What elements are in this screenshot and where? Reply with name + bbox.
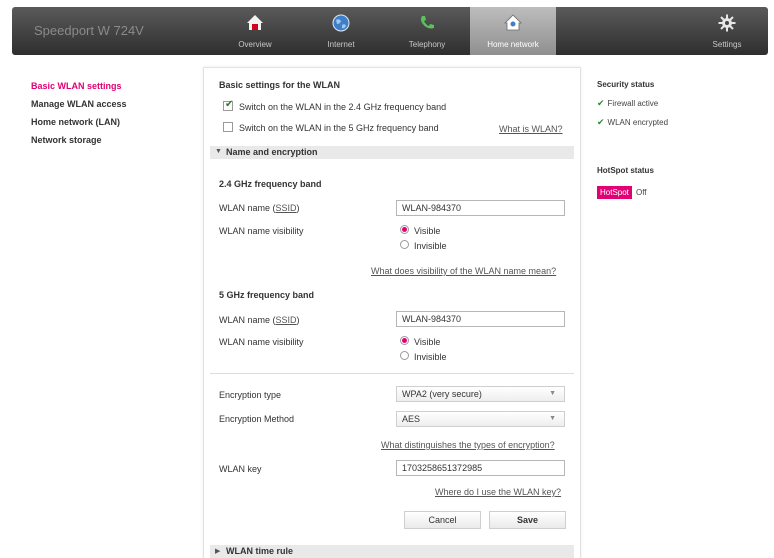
band-24-heading: 2.4 GHz frequency band <box>219 179 322 189</box>
security-status-heading: Security status <box>597 80 655 89</box>
cancel-button[interactable]: Cancel <box>404 511 481 529</box>
band-24-visible-radio[interactable] <box>400 225 409 234</box>
nav-settings[interactable]: Settings <box>684 7 768 55</box>
firewall-status: ✔ Firewall active <box>597 98 658 109</box>
sidebar-item-basic-wlan-settings[interactable]: Basic WLAN settings <box>31 80 127 98</box>
switch-5ghz-checkbox[interactable] <box>223 122 233 132</box>
hotspot-status-heading: HotSpot status <box>597 166 654 175</box>
encryption-method-select[interactable]: AES ▼ <box>396 411 565 427</box>
nav-home-network[interactable]: Home network <box>470 7 556 55</box>
encryption-help-link[interactable]: What distinguishes the types of encrypti… <box>381 440 555 450</box>
check-icon: ✔ <box>597 98 605 108</box>
switch-5ghz-label: Switch on the WLAN in the 5 GHz frequenc… <box>239 123 439 133</box>
nav-internet-label: Internet <box>327 40 355 49</box>
wlan-encrypted-status: ✔ WLAN encrypted <box>597 117 668 128</box>
band-24-name-label-text: WLAN name ( <box>219 203 276 213</box>
nav-telephony[interactable]: Telephony <box>384 7 470 55</box>
band-24-ssid-link[interactable]: SSID <box>276 203 297 213</box>
wlan-time-rule-section-header[interactable]: ▶ WLAN time rule <box>210 545 574 558</box>
house-icon <box>212 13 298 35</box>
section-divider <box>210 373 574 374</box>
nav-overview-label: Overview <box>238 40 272 49</box>
globe-icon <box>298 13 384 35</box>
band-5-name-label-text: WLAN name ( <box>219 315 276 325</box>
collapse-arrow-icon: ▼ <box>215 148 222 155</box>
dropdown-arrow-icon: ▼ <box>549 390 556 397</box>
band-5-ssid-link[interactable]: SSID <box>276 315 297 325</box>
visibility-help-link[interactable]: What does visibility of the WLAN name me… <box>371 266 556 276</box>
band-24-invisible-label: Invisible <box>414 241 447 251</box>
nav-settings-label: Settings <box>712 40 742 49</box>
page-title: Basic settings for the WLAN <box>219 80 341 90</box>
wlan-key-label: WLAN key <box>219 464 262 474</box>
check-icon: ✔ <box>225 99 234 110</box>
encryption-method-value: AES <box>402 414 421 424</box>
expand-arrow-icon: ▶ <box>215 548 221 555</box>
encryption-method-label: Encryption Method <box>219 414 295 424</box>
band-24-name-label-end: ) <box>296 203 300 213</box>
band-24-visible-label: Visible <box>414 226 441 236</box>
band-5-ssid-input[interactable] <box>396 311 565 327</box>
name-encryption-section-label: Name and encryption <box>226 147 318 157</box>
band-5-heading: 5 GHz frequency band <box>219 290 315 300</box>
nav-home-network-label: Home network <box>487 40 539 49</box>
hotspot-badge: HotSpot <box>597 186 632 199</box>
phone-icon <box>384 13 470 35</box>
band-24-name-label: WLAN name (SSID) <box>219 203 300 213</box>
switch-24ghz-checkbox[interactable]: ✔ <box>223 99 234 111</box>
nav-telephony-label: Telephony <box>408 40 446 49</box>
encryption-type-label: Encryption type <box>219 390 282 400</box>
sidebar-item-home-network-lan[interactable]: Home network (LAN) <box>31 116 127 134</box>
switch-24ghz-label: Switch on the WLAN in the 2.4 GHz freque… <box>239 102 447 112</box>
band-5-invisible-radio[interactable] <box>400 351 409 360</box>
firewall-status-label: Firewall active <box>607 99 659 108</box>
sidebar-item-network-storage[interactable]: Network storage <box>31 134 127 152</box>
band-24-visibility-label: WLAN name visibility <box>219 226 304 236</box>
home-network-icon <box>470 13 556 35</box>
wlan-settings-panel: Basic settings for the WLAN ✔ Switch on … <box>203 67 581 558</box>
dropdown-arrow-icon: ▼ <box>549 415 556 422</box>
save-button[interactable]: Save <box>489 511 566 529</box>
gear-icon <box>684 13 768 35</box>
what-is-wlan-link[interactable]: What is WLAN? <box>499 124 563 134</box>
nav-overview[interactable]: Overview <box>212 7 298 55</box>
wlan-encrypted-label: WLAN encrypted <box>607 118 669 127</box>
encryption-type-select[interactable]: WPA2 (very secure) ▼ <box>396 386 565 402</box>
band-24-ssid-input[interactable] <box>396 200 565 216</box>
sidebar: Basic WLAN settings Manage WLAN access H… <box>31 80 127 152</box>
band-5-invisible-label: Invisible <box>414 352 447 362</box>
band-5-visibility-label: WLAN name visibility <box>219 337 304 347</box>
name-encryption-section-header[interactable]: ▼ Name and encryption <box>210 146 574 159</box>
sidebar-item-manage-wlan-access[interactable]: Manage WLAN access <box>31 98 127 116</box>
wlan-key-input[interactable] <box>396 460 565 476</box>
wlan-key-help-link[interactable]: Where do I use the WLAN key? <box>435 487 561 497</box>
band-5-name-label-end: ) <box>296 315 300 325</box>
band-5-visible-radio[interactable] <box>400 336 409 345</box>
nav-internet[interactable]: Internet <box>298 7 384 55</box>
check-icon: ✔ <box>597 117 605 127</box>
top-navigation-bar: Speedport W 724V Overview Internet Telep… <box>12 7 768 55</box>
brand-name: Speedport W 724V <box>34 23 144 38</box>
wlan-time-rule-section-label: WLAN time rule <box>226 546 294 556</box>
band-5-visible-label: Visible <box>414 337 441 347</box>
band-24-invisible-radio[interactable] <box>400 240 409 249</box>
hotspot-state: Off <box>636 188 647 197</box>
encryption-type-value: WPA2 (very secure) <box>402 389 482 399</box>
band-5-name-label: WLAN name (SSID) <box>219 315 300 325</box>
